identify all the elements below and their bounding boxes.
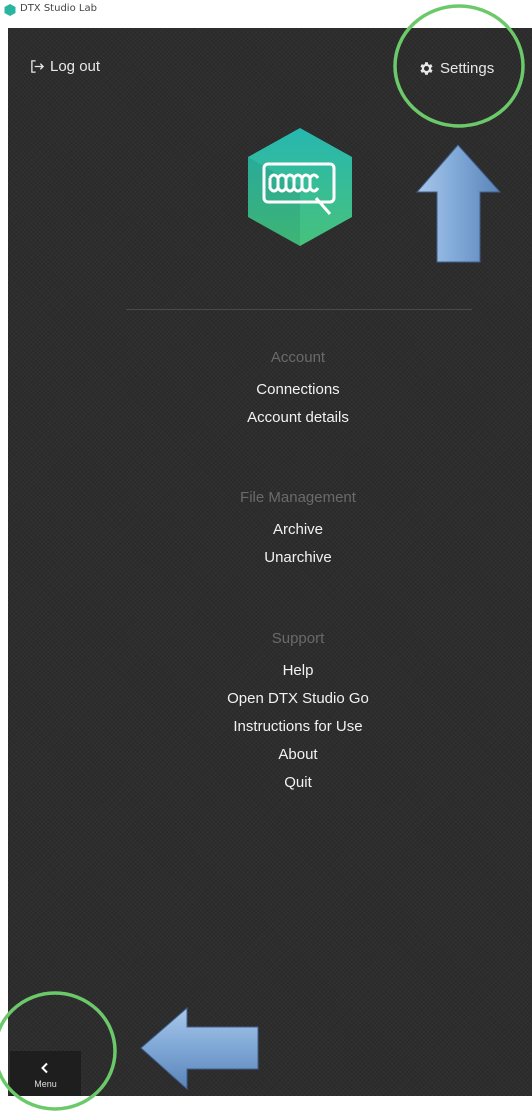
bottom-bar: [0, 1096, 532, 1111]
settings-button[interactable]: Settings: [418, 60, 494, 77]
menu-item-open-dtx-studio-go[interactable]: Open DTX Studio Go: [60, 685, 532, 713]
chevron-left-icon: [41, 1062, 48, 1074]
menu-item-help[interactable]: Help: [60, 657, 532, 685]
support-section: Support Help Open DTX Studio Go Instruct…: [60, 629, 532, 797]
window-title: DTX Studio Lab: [20, 3, 97, 14]
settings-label: Settings: [440, 60, 495, 77]
section-header-support: Support: [271, 630, 325, 647]
logout-label: Log out: [50, 58, 101, 75]
logout-icon: [31, 60, 45, 73]
section-header-account: Account: [270, 349, 326, 366]
file-management-section: File Management Archive Unarchive: [60, 488, 532, 572]
menu-item-quit[interactable]: Quit: [60, 769, 532, 797]
title-bar: DTX Studio Lab: [0, 0, 532, 28]
section-header-file-management: File Management: [240, 489, 356, 506]
menu-item-unarchive[interactable]: Unarchive: [60, 544, 532, 572]
logout-button[interactable]: Log out: [30, 58, 100, 75]
menu-item-account-details[interactable]: Account details: [60, 404, 532, 432]
section-divider: [126, 309, 472, 310]
account-section: Account Connections Account details: [60, 348, 532, 432]
menu-label: Menu: [34, 1079, 57, 1089]
menu-item-instructions-for-use[interactable]: Instructions for Use: [60, 713, 532, 741]
menu-toggle-button[interactable]: Menu: [10, 1051, 81, 1096]
menu-item-about[interactable]: About: [60, 741, 532, 769]
menu-item-connections[interactable]: Connections: [60, 376, 532, 404]
menu-item-archive[interactable]: Archive: [60, 516, 532, 544]
gear-icon: [420, 62, 433, 75]
app-logo-icon: [4, 4, 16, 16]
dental-app-logo-icon: [248, 128, 352, 246]
